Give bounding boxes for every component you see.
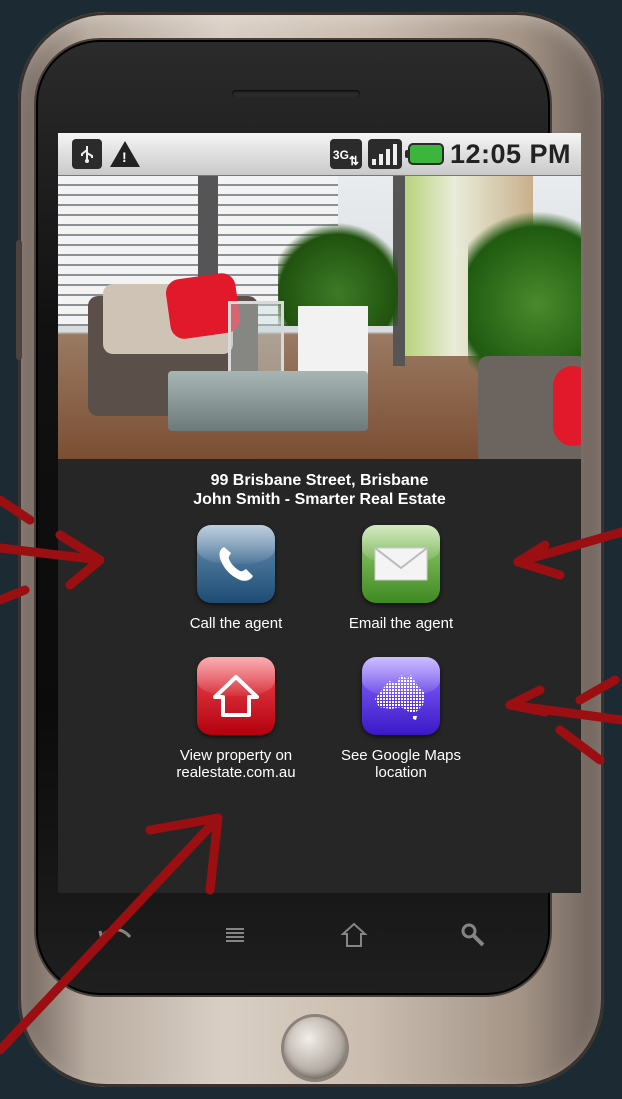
property-address: 99 Brisbane Street, Brisbane	[210, 472, 429, 489]
google-maps-label-2: location	[375, 764, 427, 781]
envelope-icon	[362, 525, 440, 603]
search-button[interactable]	[448, 915, 498, 955]
warning-icon: !	[110, 141, 140, 167]
view-property-label-2: realestate.com.au	[176, 764, 296, 781]
earpiece	[232, 90, 360, 98]
agent-name: John Smith - Smarter Real Estate	[193, 491, 446, 508]
house-icon	[197, 657, 275, 735]
battery-icon	[404, 143, 444, 165]
back-icon	[98, 928, 131, 941]
android-nav-bar	[56, 900, 532, 970]
call-agent-label: Call the agent	[189, 615, 283, 632]
home-nav-button[interactable]	[329, 915, 379, 955]
email-agent-button[interactable]: Email the agent	[316, 525, 486, 632]
home-icon	[339, 922, 368, 947]
australia-map-icon	[362, 657, 440, 735]
back-button[interactable]	[91, 915, 141, 955]
red-cushion	[553, 366, 581, 446]
menu-icon	[225, 928, 244, 942]
google-maps-label-1: See Google Maps	[340, 747, 462, 764]
search-icon	[461, 923, 484, 947]
volume-button	[16, 240, 22, 360]
physical-home-button[interactable]	[284, 1017, 346, 1079]
status-time: 12:05 PM	[449, 138, 571, 169]
plant-pot	[298, 306, 368, 376]
view-property-label-1: View property on	[179, 747, 293, 764]
phone-icon	[197, 525, 275, 603]
usb-icon	[72, 139, 102, 169]
status-bar: ! 3G ⇅ 12:05 PM	[58, 133, 581, 176]
call-agent-button[interactable]: Call the agent	[151, 525, 321, 632]
listing-header: 99 Brisbane Street, Brisbane John Smith …	[58, 471, 581, 509]
view-property-button[interactable]: View property on realestate.com.au	[151, 657, 321, 781]
menu-button[interactable]	[210, 915, 260, 955]
3g-data-icon: 3G ⇅	[329, 139, 362, 169]
phone-screen: ! 3G ⇅ 12:05 PM 99 Brisbane Street, Bris…	[58, 133, 581, 893]
signal-icon	[367, 139, 402, 169]
coffee-table	[168, 371, 368, 431]
email-agent-label: Email the agent	[348, 615, 454, 632]
property-photo	[58, 176, 581, 459]
google-maps-button[interactable]: See Google Maps location	[316, 657, 486, 781]
listing-panel: 99 Brisbane Street, Brisbane John Smith …	[58, 459, 581, 893]
device-mockup: ! 3G ⇅ 12:05 PM 99 Brisbane Street, Bris…	[0, 0, 622, 1099]
potted-plant	[468, 196, 581, 376]
